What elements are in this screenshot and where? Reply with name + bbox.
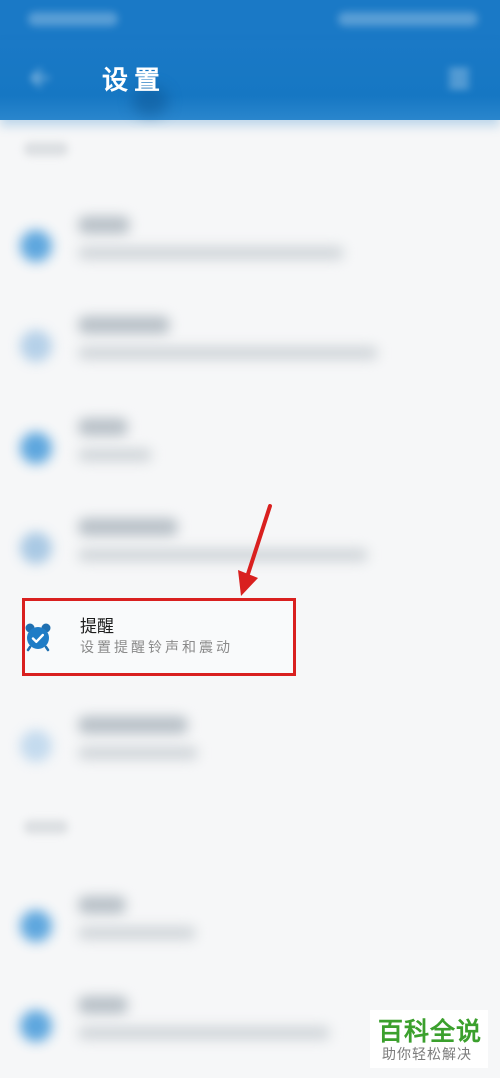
status-bar-left-blur	[28, 12, 118, 26]
back-arrow-icon[interactable]	[26, 64, 54, 92]
list-item[interactable]	[0, 888, 500, 978]
list-item-title-blur	[78, 996, 128, 1014]
setting-icon	[20, 230, 52, 262]
list-item-subtitle-blur	[78, 926, 196, 940]
alarm-clock-icon	[25, 623, 51, 652]
list-item-title-blur	[78, 316, 170, 334]
setting-icon	[20, 330, 52, 362]
watermark-subtitle: 助你轻松解决	[382, 1047, 472, 1063]
annotation-arrow-icon	[238, 504, 272, 596]
setting-icon	[20, 432, 52, 464]
list-item[interactable]	[0, 708, 500, 798]
list-item[interactable]	[0, 308, 500, 398]
list-item-title-blur	[78, 518, 178, 536]
reminder-subtitle: 设置提醒铃声和震动	[80, 640, 233, 656]
section-label	[24, 820, 68, 834]
setting-icon	[20, 730, 52, 762]
setting-icon	[20, 1010, 52, 1042]
list-item-subtitle-blur	[78, 548, 368, 562]
list-item-subtitle-blur	[78, 448, 152, 462]
watermark-title: 百科全说	[378, 1017, 483, 1046]
setting-icon	[20, 910, 52, 942]
list-item-title-blur	[78, 716, 188, 734]
list-item-subtitle-blur	[78, 746, 198, 760]
list-item[interactable]	[0, 410, 500, 500]
watermark: 百科全说 助你轻松解决	[370, 1010, 488, 1068]
list-item-title-blur	[78, 216, 130, 234]
list-item-subtitle-blur	[78, 246, 344, 260]
app-bar: 设置	[0, 40, 500, 120]
list-item[interactable]	[0, 208, 500, 298]
more-icon[interactable]	[446, 62, 472, 94]
setting-icon	[20, 532, 52, 564]
page-title: 设置	[102, 66, 167, 96]
section-label	[24, 142, 68, 156]
list-item-title-blur	[78, 418, 128, 436]
status-bar	[0, 0, 500, 40]
status-bar-right-blur	[338, 12, 478, 26]
list-item-title-blur	[78, 896, 126, 914]
list-item-subtitle-blur	[78, 346, 378, 360]
reminder-title[interactable]: 提醒	[80, 612, 114, 637]
list-item-subtitle-blur	[78, 1026, 330, 1040]
